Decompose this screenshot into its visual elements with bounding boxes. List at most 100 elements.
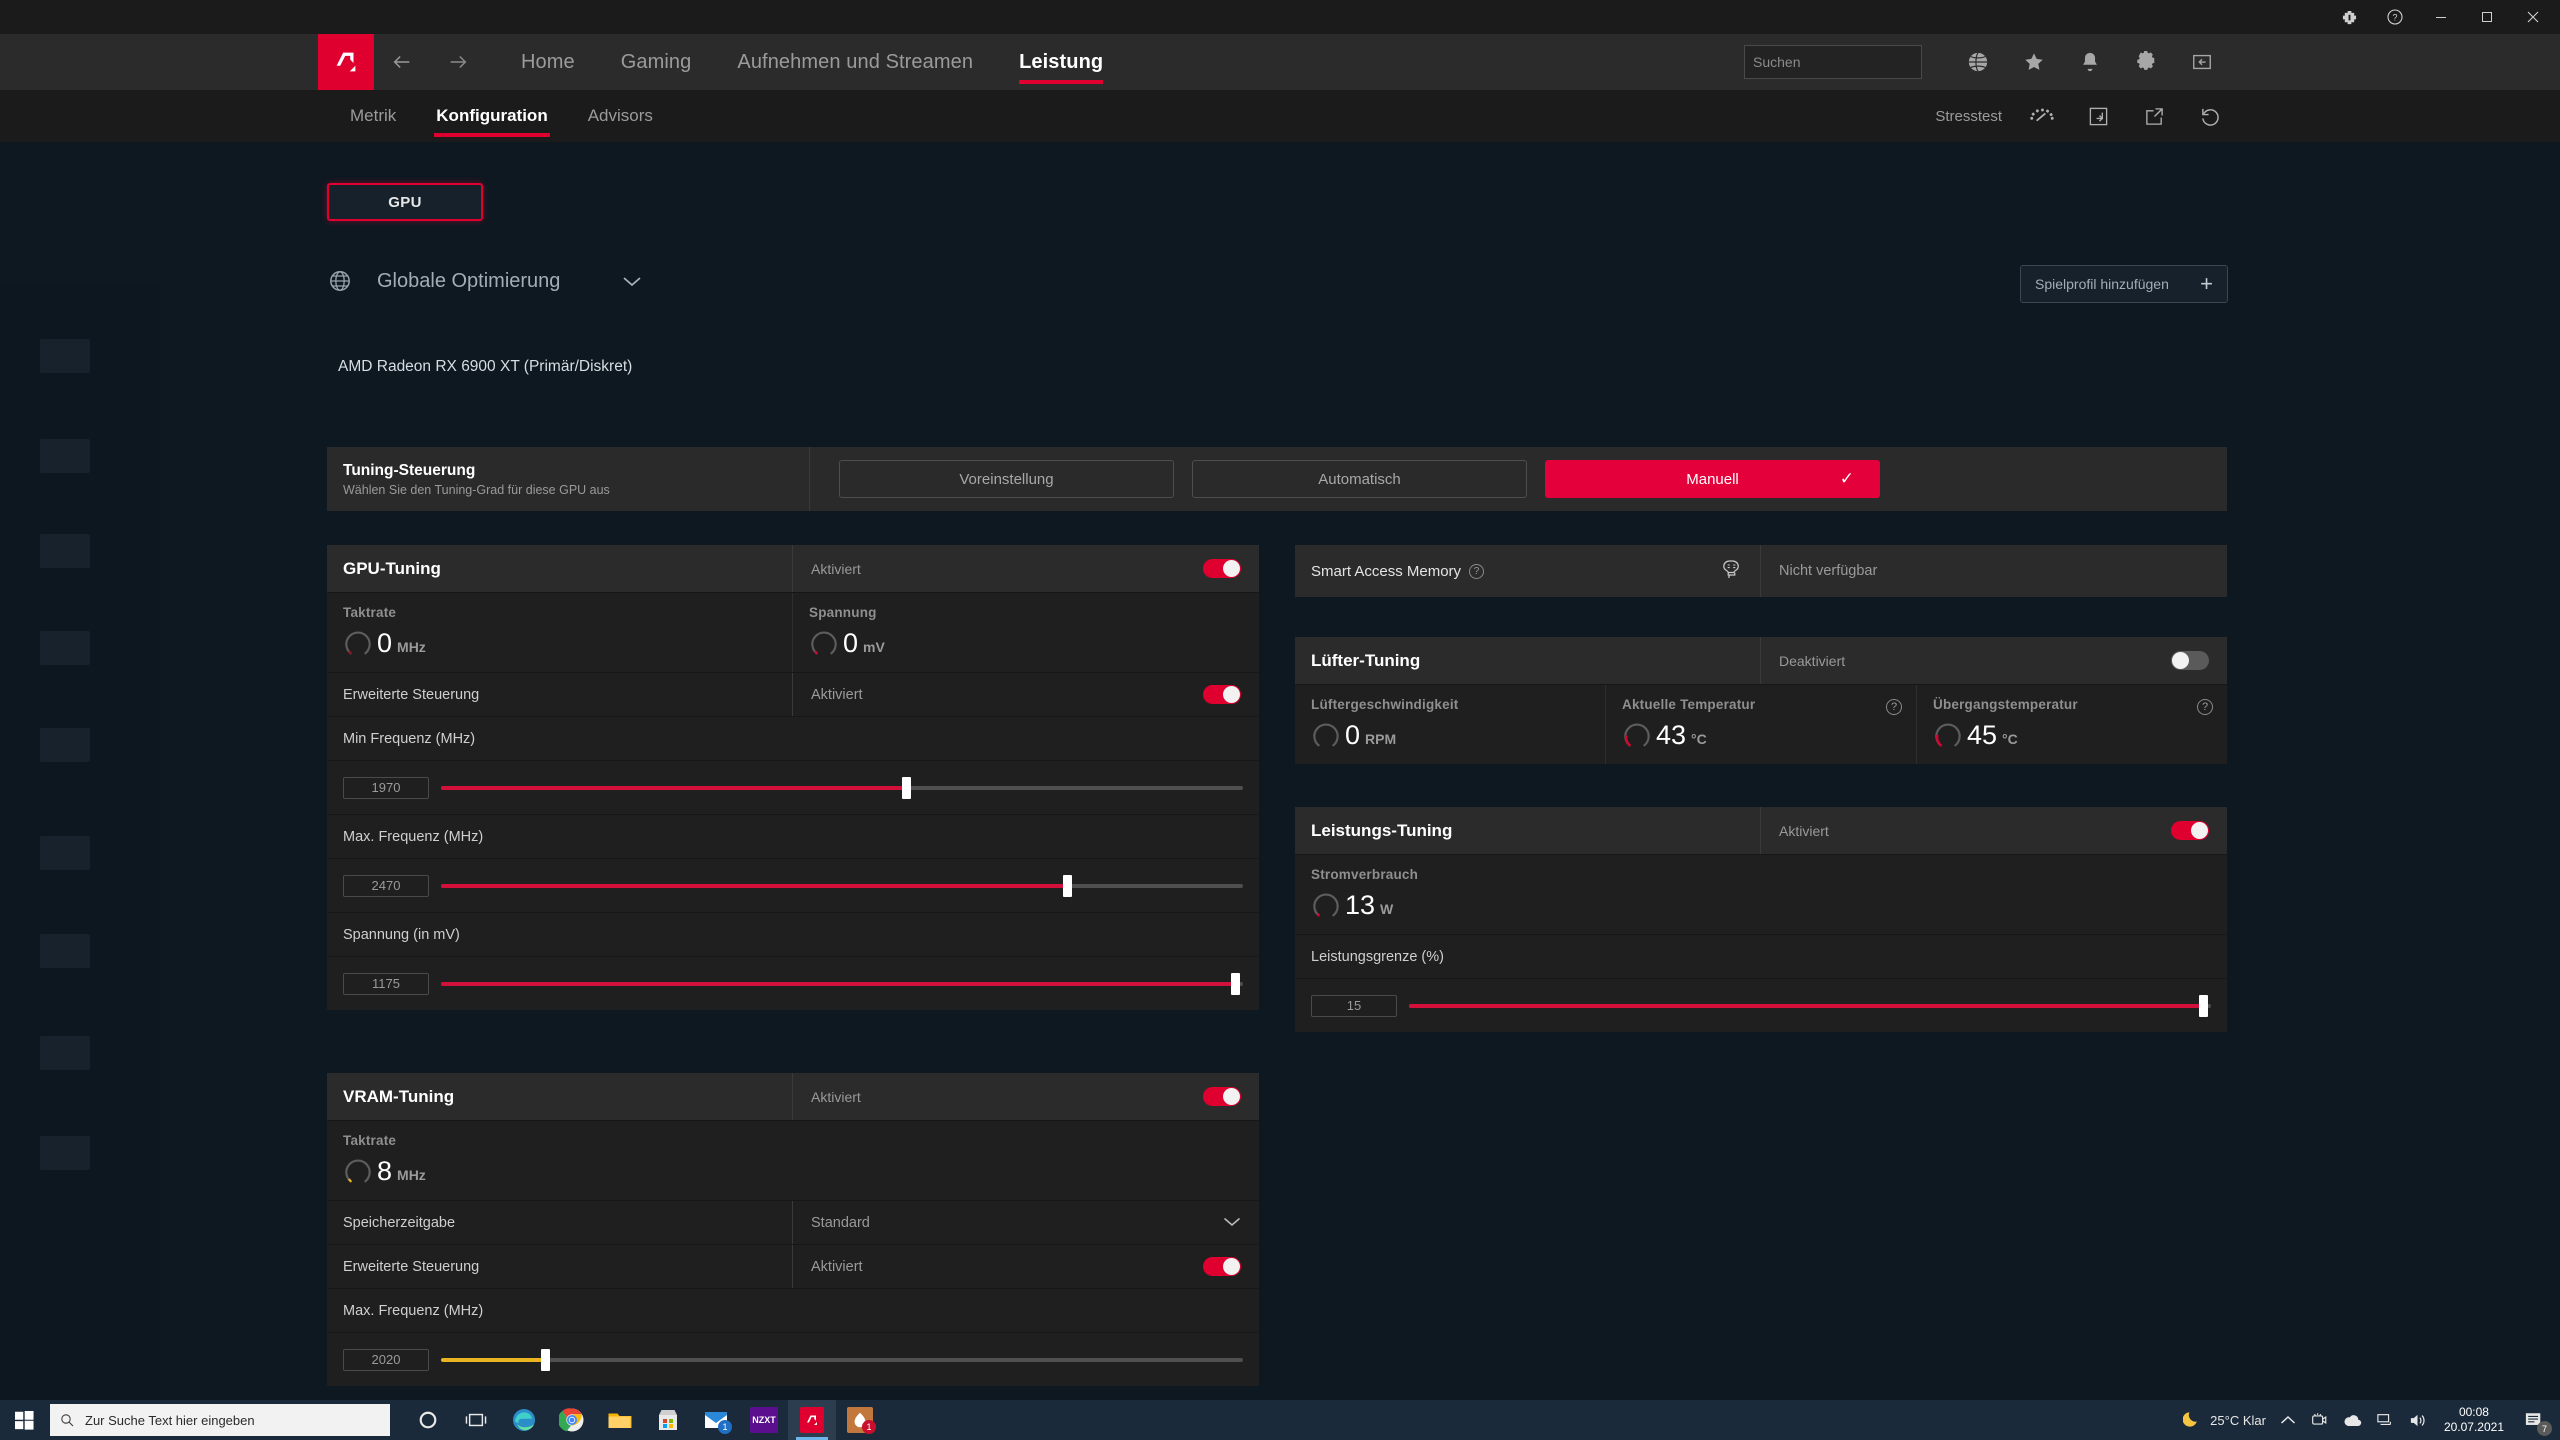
slider-track-min-freq[interactable] — [441, 786, 1243, 790]
slider-thumb[interactable] — [2199, 995, 2208, 1017]
smart-access-memory-title: Smart Access Memory ? — [1295, 545, 1761, 597]
slider-value-max-freq[interactable]: 2470 — [343, 875, 429, 897]
camera-icon[interactable] — [2303, 1411, 2335, 1429]
slider-value-voltage[interactable]: 1175 — [343, 973, 429, 995]
slider-track-voltage[interactable] — [441, 982, 1243, 986]
memory-timing-dropdown[interactable]: Standard — [793, 1201, 1259, 1244]
globe-icon[interactable] — [1950, 34, 2006, 90]
power-tuning-toggle[interactable] — [2171, 821, 2209, 840]
nav-item-gaming[interactable]: Gaming — [598, 34, 715, 90]
star-icon[interactable] — [2006, 34, 2062, 90]
nzxt-icon[interactable]: NZXT — [740, 1400, 788, 1440]
chrome-icon[interactable] — [548, 1400, 596, 1440]
gpu-tuning-toggle[interactable] — [1203, 559, 1241, 578]
slider-thumb[interactable] — [1063, 875, 1072, 897]
extensions-icon[interactable] — [2326, 0, 2372, 34]
fan-tuning-title: Lüfter-Tuning — [1295, 637, 1761, 684]
profile-selector[interactable]: Globale Optimierung — [327, 268, 642, 294]
vram-tuning-title: VRAM-Tuning — [327, 1073, 793, 1120]
slider-track-vram-max-freq[interactable] — [441, 1358, 1243, 1362]
check-icon: ✓ — [1840, 469, 1854, 489]
import-profile-icon[interactable] — [2070, 90, 2126, 142]
search-input[interactable] — [1753, 54, 1934, 70]
microsoft-store-icon[interactable] — [644, 1400, 692, 1440]
help-icon[interactable]: ? — [2197, 699, 2213, 715]
help-icon[interactable]: ? — [1469, 564, 1484, 579]
gpu-filter-button[interactable]: GPU — [327, 183, 483, 221]
amd-logo-icon — [800, 1407, 824, 1433]
windows-start-icon[interactable] — [0, 1400, 48, 1440]
fan-tuning-toggle[interactable] — [2171, 651, 2209, 670]
minimize-button[interactable] — [2418, 0, 2464, 34]
bell-icon[interactable] — [2062, 34, 2118, 90]
smart-access-memory-status: Nicht verfügbar — [1761, 545, 2227, 597]
taskbar-clock[interactable]: 00:08 20.07.2021 — [2434, 1405, 2514, 1435]
app-icon[interactable]: 1 — [836, 1400, 884, 1440]
metric-gpu-clock-value: 0 — [377, 630, 392, 657]
tab-metrik[interactable]: Metrik — [330, 90, 416, 142]
vram-tuning-header: VRAM-Tuning Aktiviert — [327, 1073, 1259, 1121]
show-hidden-icons-button[interactable] — [2273, 1415, 2303, 1426]
volume-icon[interactable] — [2401, 1412, 2434, 1429]
sub-tab-bar: Metrik Konfiguration Advisors Stresstest — [0, 90, 2560, 142]
help-icon[interactable]: ? — [1886, 699, 1902, 715]
slider-thumb[interactable] — [541, 1349, 550, 1371]
onedrive-icon[interactable] — [2335, 1413, 2369, 1428]
power-tuning-title: Leistungs-Tuning — [1295, 807, 1761, 854]
network-icon[interactable] — [2369, 1412, 2401, 1428]
file-explorer-icon[interactable] — [596, 1400, 644, 1440]
nav-item-home[interactable]: Home — [498, 34, 598, 90]
amd-radeon-software-icon[interactable] — [788, 1400, 836, 1440]
memory-timing-row[interactable]: Speicherzeitgabe Standard — [327, 1200, 1259, 1244]
chevron-down-icon[interactable] — [1223, 1215, 1241, 1231]
nav-item-performance[interactable]: Leistung — [996, 34, 1126, 90]
nav-forward-icon[interactable] — [430, 34, 486, 90]
tab-konfiguration[interactable]: Konfiguration — [416, 90, 567, 142]
help-icon[interactable]: ? — [2372, 0, 2418, 34]
slider-row-voltage: 1175 — [327, 956, 1259, 1010]
vram-advanced-control-state: Aktiviert — [793, 1245, 1259, 1288]
gpu-advanced-control-toggle[interactable] — [1203, 685, 1241, 704]
slider-track-power-limit[interactable] — [1409, 1004, 2211, 1008]
chevron-down-icon[interactable] — [622, 275, 642, 287]
tuning-option-automatic[interactable]: Automatisch — [1192, 460, 1527, 498]
collapse-panel-icon[interactable] — [2174, 34, 2230, 90]
tuning-option-preset[interactable]: Voreinstellung — [839, 460, 1174, 498]
notification-center-icon[interactable]: 7 — [2514, 1400, 2554, 1440]
search-box[interactable] — [1744, 45, 1922, 79]
cortana-icon[interactable] — [404, 1400, 452, 1440]
nav-item-record-stream[interactable]: Aufnehmen und Streamen — [714, 34, 996, 90]
metric-fan-speed: Lüftergeschwindigkeit 0 RPM — [1295, 685, 1606, 764]
slider-value-min-freq[interactable]: 1970 — [343, 777, 429, 799]
toggle-knob — [1223, 560, 1240, 577]
slider-track-max-freq[interactable] — [441, 884, 1243, 888]
metric-fan-speed-value: 0 — [1345, 722, 1360, 749]
amd-logo-icon[interactable] — [318, 34, 374, 90]
gear-icon[interactable] — [2118, 34, 2174, 90]
clock-time: 00:08 — [2459, 1405, 2489, 1420]
close-button[interactable] — [2510, 0, 2556, 34]
reset-icon[interactable] — [2182, 90, 2238, 142]
tuning-option-manual[interactable]: Manuell ✓ — [1545, 460, 1880, 498]
slider-thumb[interactable] — [902, 777, 911, 799]
edge-icon[interactable] — [500, 1400, 548, 1440]
taskbar-search-box[interactable]: Zur Suche Text hier eingeben — [50, 1404, 390, 1436]
export-profile-icon[interactable] — [2126, 90, 2182, 142]
gpu-tuning-state-label: Aktiviert — [811, 561, 861, 577]
metric-gpu-clock: Taktrate 0 MHz — [327, 593, 793, 672]
slider-value-power-limit[interactable]: 15 — [1311, 995, 1397, 1017]
weather-widget[interactable]: 25°C Klar — [2176, 1409, 2273, 1431]
nav-back-icon[interactable] — [374, 34, 430, 90]
mail-icon[interactable]: 1 — [692, 1400, 740, 1440]
vram-advanced-control-toggle[interactable] — [1203, 1257, 1241, 1276]
slider-value-vram-max-freq[interactable]: 2020 — [343, 1349, 429, 1371]
slider-thumb[interactable] — [1231, 973, 1240, 995]
speedometer-icon[interactable] — [2014, 90, 2070, 142]
task-view-icon[interactable] — [452, 1400, 500, 1440]
add-game-profile-button[interactable]: Spielprofil hinzufügen + — [2020, 265, 2228, 303]
rail-item-8 — [40, 1036, 90, 1070]
toggle-knob — [1223, 1088, 1240, 1105]
vram-tuning-toggle[interactable] — [1203, 1087, 1241, 1106]
maximize-button[interactable] — [2464, 0, 2510, 34]
tab-advisors[interactable]: Advisors — [568, 90, 673, 142]
